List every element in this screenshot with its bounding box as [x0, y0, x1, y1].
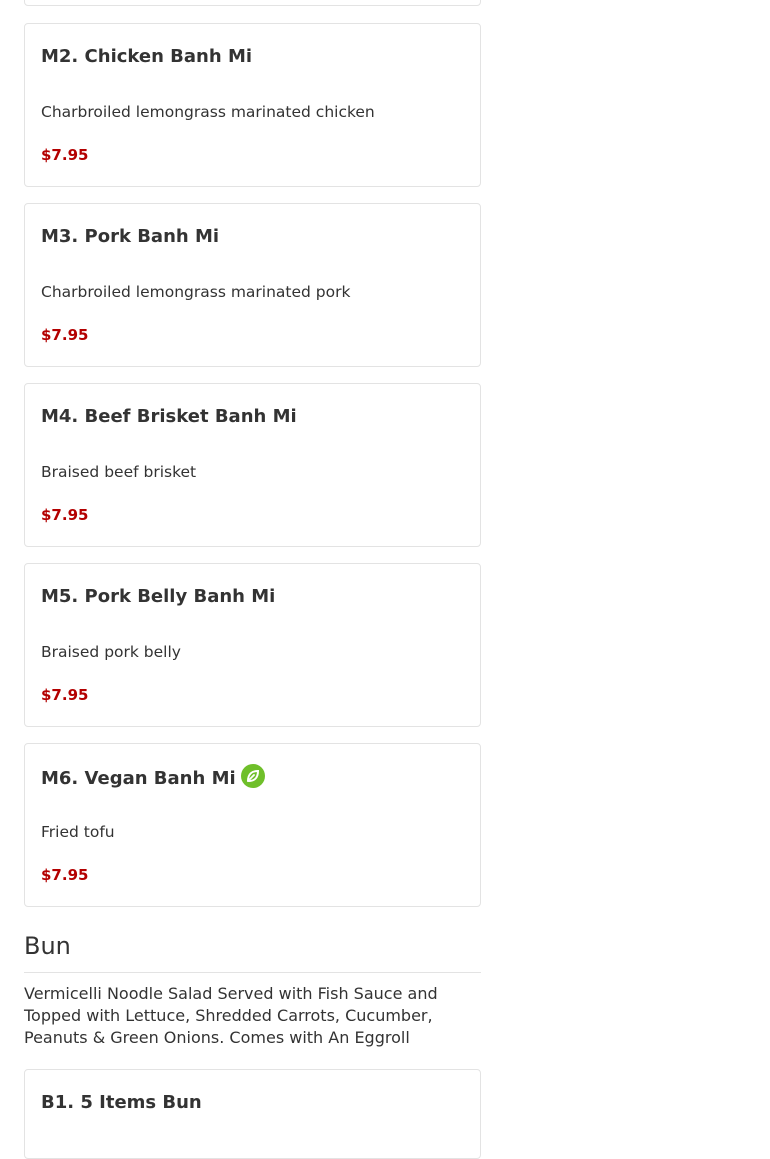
menu-item-description: Braised beef brisket	[41, 463, 197, 481]
menu-item-price: $7.95	[41, 686, 89, 704]
menu-item-name: B1. 5 Items Bun	[41, 1092, 202, 1113]
menu-item-price: $7.95	[41, 326, 89, 344]
menu-item-card[interactable]: M6. Vegan Banh Mi Fried tofu $7.95	[24, 743, 481, 907]
menu-item-price: $7.95	[41, 146, 89, 164]
section-description: Vermicelli Noodle Salad Served with Fish…	[24, 984, 438, 1047]
menu-item-price: $7.95	[41, 506, 89, 524]
menu-item-name-row: M6. Vegan Banh Mi	[41, 764, 265, 790]
menu-item-name: M6. Vegan Banh Mi	[41, 767, 236, 789]
menu-item-name: M3. Pork Banh Mi	[41, 226, 220, 247]
menu-item-description: Fried tofu	[41, 823, 115, 841]
menu-item-card[interactable]: M2. Chicken Banh Mi Charbroiled lemongra…	[24, 23, 481, 187]
menu-item-card[interactable]: M3. Pork Banh Mi Charbroiled lemongrass …	[24, 203, 481, 367]
menu-item-name: M2. Chicken Banh Mi	[41, 46, 253, 67]
menu-item-description: Charbroiled lemongrass marinated chicken	[41, 103, 375, 121]
menu-item-price: $7.95	[41, 866, 89, 884]
section-title: Bun	[24, 932, 71, 960]
menu-item-card[interactable]: M5. Pork Belly Banh Mi Braised pork bell…	[24, 563, 481, 727]
menu-item-name: M4. Beef Brisket Banh Mi	[41, 406, 297, 427]
section-divider	[24, 972, 481, 973]
vegan-leaf-icon	[240, 764, 265, 788]
menu-item-card[interactable]: M4. Beef Brisket Banh Mi Braised beef br…	[24, 383, 481, 547]
menu-item-card-partial[interactable]	[24, 0, 481, 6]
menu-item-description: Braised pork belly	[41, 643, 181, 661]
menu-item-name: M5. Pork Belly Banh Mi	[41, 586, 276, 607]
menu-item-card[interactable]: B1. 5 Items Bun	[24, 1069, 481, 1159]
menu-item-description: Charbroiled lemongrass marinated pork	[41, 283, 351, 301]
